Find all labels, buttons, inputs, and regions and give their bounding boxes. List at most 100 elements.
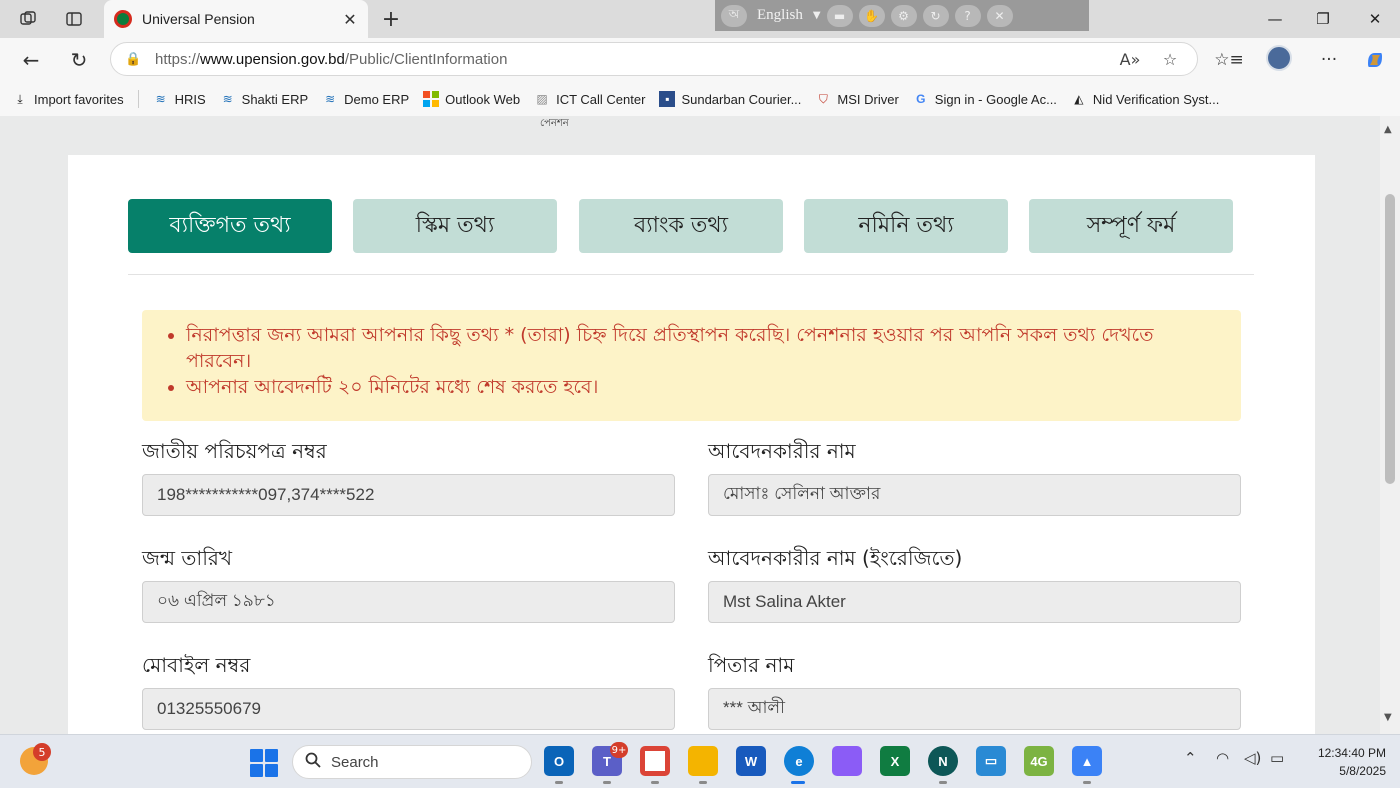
dob-label: জন্ম তারিখ xyxy=(142,546,233,570)
page-scrollbar[interactable]: ▲ ▼ xyxy=(1380,116,1400,734)
remote-desktop-icon[interactable]: ▭ xyxy=(976,746,1006,776)
form-card: ব্যক্তিগত তথ্য স্কিম তথ্য ব্যাংক তথ্য নম… xyxy=(68,155,1315,734)
address-bar[interactable]: 🔒 https://www.upension.gov.bd/Public/Cli… xyxy=(110,42,1198,76)
running-indicator xyxy=(603,781,611,784)
site-info-icon[interactable]: 🔒 xyxy=(125,52,141,67)
copilot-app-icon[interactable] xyxy=(832,746,862,776)
step-personal-info[interactable]: ব্যক্তিগত তথ্য xyxy=(128,199,332,253)
mobile-field[interactable]: 01325550679 xyxy=(142,688,675,730)
running-indicator xyxy=(939,781,947,784)
notice-masked-info: নিরাপত্তার জন্য আমরা আপনার কিছু তথ্য * (… xyxy=(186,322,1219,374)
favorite-msi-driver[interactable]: ⛉ MSI Driver xyxy=(815,91,899,107)
favorite-label: Import favorites xyxy=(34,91,124,107)
hand-icon[interactable]: ✋ xyxy=(858,4,885,27)
favorite-star-icon[interactable]: ☆ xyxy=(1157,50,1183,69)
url-text[interactable]: https://www.upension.gov.bd/Public/Clien… xyxy=(155,51,1103,68)
demo-erp-icon: ≋ xyxy=(325,92,336,106)
favorite-label: Sundarban Courier... xyxy=(681,91,802,107)
new-tab-icon[interactable]: + xyxy=(378,6,404,32)
running-indicator xyxy=(651,781,659,784)
favorite-label: Shakti ERP xyxy=(241,91,309,107)
keyboard-icon[interactable]: ▬ xyxy=(826,4,853,27)
tray-chevron-up-icon[interactable]: ⌃ xyxy=(1184,749,1197,767)
n-app-icon[interactable]: N xyxy=(928,746,958,776)
reload-icon[interactable]: ↻ xyxy=(64,46,94,74)
favorite-label: Nid Verification Syst... xyxy=(1092,91,1220,107)
favorite-hris[interactable]: ≋ HRIS xyxy=(153,91,206,107)
language-selector[interactable]: English xyxy=(753,7,807,24)
mobile-label: মোবাইল নম্বর xyxy=(142,653,251,677)
restore-icon[interactable]: ❐ xyxy=(1300,0,1346,38)
taskbar-search[interactable]: Search xyxy=(292,745,532,779)
scrollbar-thumb[interactable] xyxy=(1385,194,1395,484)
nid-label: জাতীয় পরিচয়পত্র নম্বর xyxy=(142,439,327,463)
favorite-shakti-erp[interactable]: ≋ Shakti ERP xyxy=(220,91,309,107)
wifi-icon[interactable]: ◠ xyxy=(1216,749,1229,767)
step-scheme-info[interactable]: স্কিম তথ্য xyxy=(353,199,557,253)
volume-icon[interactable]: ◁) xyxy=(1244,749,1261,767)
word-icon[interactable]: W xyxy=(736,746,766,776)
browser-tab-active[interactable]: Universal Pension ✕ xyxy=(104,0,368,38)
tab-title: Universal Pension xyxy=(142,11,255,27)
active-indicator xyxy=(791,781,805,784)
msi-icon: ⛉ xyxy=(818,91,828,106)
favorites-bar: ⤓ Import favorites ≋ HRIS ≋ Shakti ERP ≋ Dem… xyxy=(0,82,1400,116)
shakti-icon: ≋ xyxy=(222,92,233,106)
favorite-demo-erp[interactable]: ≋ Demo ERP xyxy=(322,91,409,107)
outlook-icon[interactable]: O xyxy=(544,746,574,776)
copilot-icon[interactable] xyxy=(1360,46,1390,74)
help-icon[interactable]: ? xyxy=(954,4,981,27)
close-tab-icon[interactable]: ✕ xyxy=(342,10,358,29)
file-explorer-icon[interactable] xyxy=(688,746,718,776)
favorite-google-signin[interactable]: G Sign in - Google Ac... xyxy=(913,91,1057,107)
clock-time: 12:34:40 PM xyxy=(1317,746,1386,760)
chrome-icon[interactable] xyxy=(640,746,670,776)
system-clock[interactable]: 12:34:40 PM 5/8/2025 xyxy=(1296,744,1386,780)
weather-badge: 5 xyxy=(33,743,51,761)
step-nominee-info[interactable]: নমিনি তথ্য xyxy=(804,199,1008,253)
chevron-down-icon[interactable]: ▼ xyxy=(813,10,821,21)
edge-icon[interactable]: e xyxy=(784,746,814,776)
settings-icon[interactable]: ⚙ xyxy=(890,4,917,27)
step-complete-form[interactable]: সম্পূর্ণ ফর্ম xyxy=(1029,199,1233,253)
applicant-name-field[interactable]: মোসাঃ সেলিনা আক্তার xyxy=(708,474,1241,516)
excel-icon[interactable]: X xyxy=(880,746,910,776)
favorite-label: ICT Call Center xyxy=(556,91,646,107)
step-bank-info[interactable]: ব্যাংক তথ্য xyxy=(579,199,783,253)
favorite-ict-call-center[interactable]: ▨ ICT Call Center xyxy=(534,91,645,107)
favorite-nid-verification[interactable]: ◭ Nid Verification Syst... xyxy=(1071,91,1219,107)
favorite-sundarban-courier[interactable]: ▪ Sundarban Courier... xyxy=(659,91,801,107)
back-arrow-icon[interactable]: ← xyxy=(16,46,46,74)
windows-start-icon[interactable] xyxy=(250,749,278,777)
applicant-name-en-field[interactable]: Mst Salina Akter xyxy=(708,581,1241,623)
4g-app-icon[interactable]: 4G xyxy=(1024,746,1054,776)
sundarban-icon: ▪ xyxy=(659,91,676,107)
father-name-field[interactable]: *** আলী xyxy=(708,688,1241,730)
vertical-tabs-icon[interactable] xyxy=(60,6,88,32)
close-icon[interactable]: ✕ xyxy=(986,4,1013,27)
header-caption: পেনশন xyxy=(540,118,569,129)
profile-avatar[interactable] xyxy=(1266,45,1292,71)
nid-field[interactable]: 198***********097,374****522 xyxy=(142,474,675,516)
photos-icon[interactable]: ▲ xyxy=(1072,746,1102,776)
scroll-down-icon[interactable]: ▼ xyxy=(1384,712,1392,723)
angular-icon: ◭ xyxy=(1074,92,1084,106)
running-indicator xyxy=(555,781,563,784)
read-aloud-icon[interactable]: A» xyxy=(1117,50,1143,69)
browser-toolbar: ← ↻ 🔒 https://www.upension.gov.bd/Public… xyxy=(0,38,1400,82)
bangla-keyboard-icon[interactable]: অ xyxy=(721,4,747,27)
father-name-label: পিতার নাম xyxy=(708,653,795,677)
favorite-import[interactable]: ⤓ Import favorites xyxy=(12,91,124,107)
applicant-name-en-label: আবেদনকারীর নাম (ইংরেজিতে) xyxy=(708,546,963,570)
notice-time-limit: আপনার আবেদনটি ২০ মিনিটের মধ্যে শেষ করতে … xyxy=(186,374,1219,400)
workspaces-icon[interactable] xyxy=(14,6,42,32)
refresh-icon[interactable]: ↻ xyxy=(922,4,949,27)
favorites-list-icon[interactable]: ☆≡ xyxy=(1214,46,1244,74)
minimize-icon[interactable]: — xyxy=(1252,0,1298,38)
more-menu-icon[interactable]: ··· xyxy=(1314,46,1344,74)
battery-icon[interactable]: ▭ xyxy=(1270,749,1284,767)
favorite-outlook-web[interactable]: Outlook Web xyxy=(423,91,520,107)
dob-field[interactable]: ০৬ এপ্রিল ১৯৮১ xyxy=(142,581,675,623)
window-close-icon[interactable]: ✕ xyxy=(1352,0,1398,38)
scroll-up-icon[interactable]: ▲ xyxy=(1384,124,1392,135)
